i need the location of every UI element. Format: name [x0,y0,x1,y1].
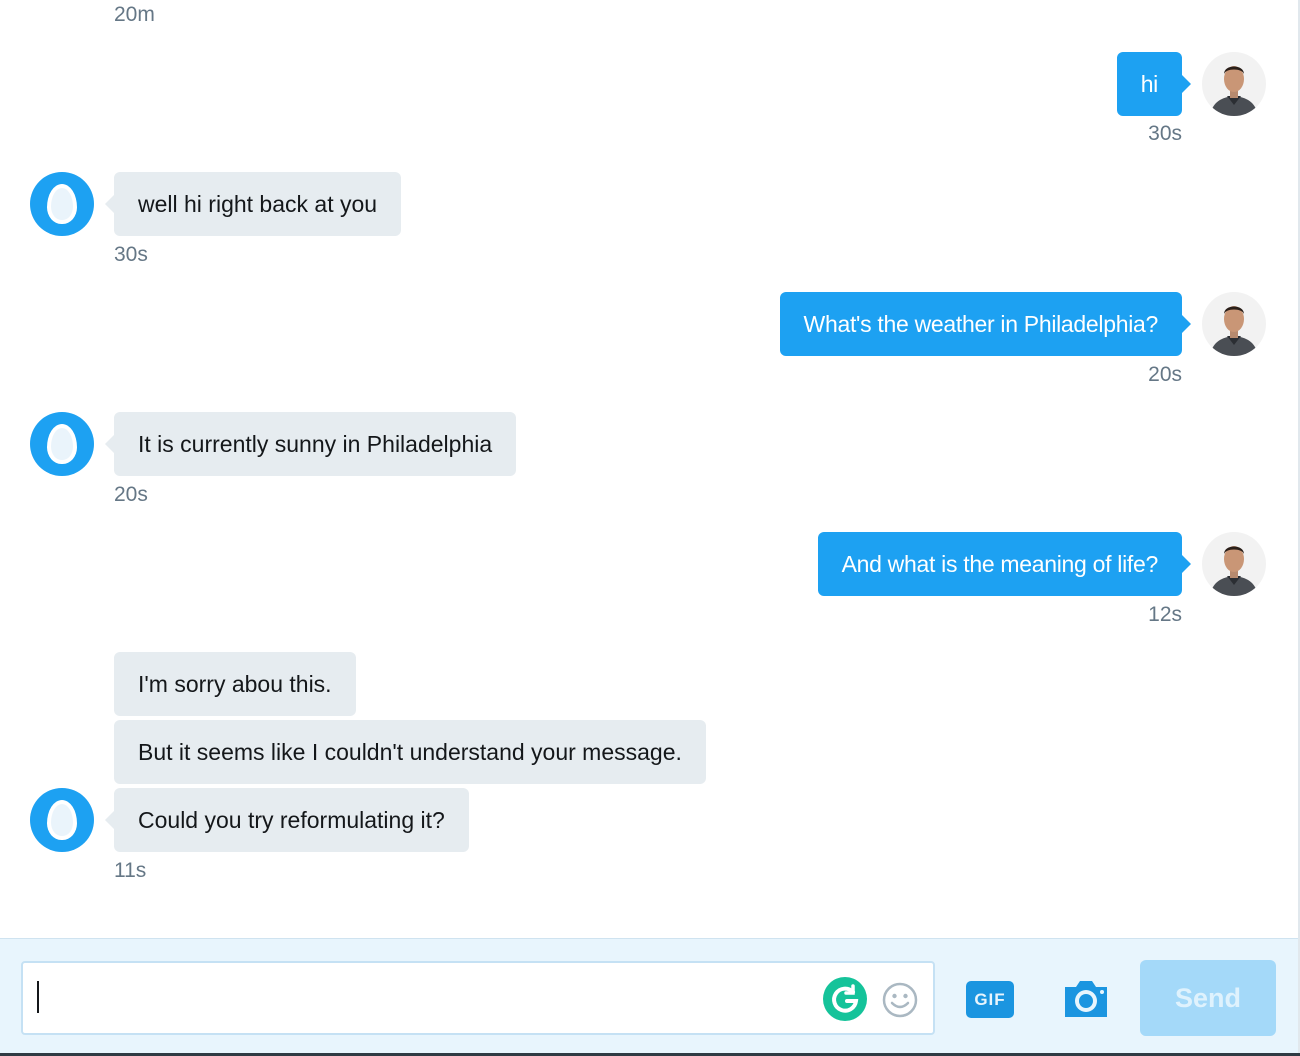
timestamp: 12s [1148,603,1182,626]
bot-avatar[interactable] [30,412,94,476]
user-avatar[interactable] [1202,292,1266,356]
egg-avatar-icon [47,800,77,840]
user-photo-icon [1210,546,1258,596]
send-button[interactable]: Send [1140,960,1276,1036]
user-avatar[interactable] [1202,532,1266,596]
user-photo-icon [1210,66,1258,116]
user-photo-icon [1210,306,1258,356]
incoming-message[interactable]: well hi right back at you [104,172,402,236]
camera-icon[interactable] [1061,977,1111,1026]
incoming-message[interactable]: Could you try reformulating it? [105,788,469,852]
message-input[interactable] [21,961,935,1035]
bot-avatar[interactable] [30,172,94,236]
user-avatar[interactable] [1202,52,1266,116]
egg-avatar-icon [47,184,77,224]
timestamp: 20s [1148,363,1182,386]
incoming-message[interactable]: But it seems like I couldn't understand … [114,720,706,784]
incoming-message[interactable]: I'm sorry abou this. [114,652,356,716]
timestamp: 20m [114,3,155,26]
timestamp: 30s [1148,122,1182,145]
egg-avatar-icon [47,424,77,464]
outgoing-message[interactable]: hi [1116,52,1192,116]
timestamp: 30s [114,243,148,266]
incoming-message[interactable]: It is currently sunny in Philadelphia [104,412,517,476]
timestamp: 20s [114,483,148,506]
outgoing-message[interactable]: What's the weather in Philadelphia? [779,292,1192,356]
gif-button[interactable]: GIF [966,981,1014,1018]
timestamp: 11s [114,859,147,882]
outgoing-message[interactable]: And what is the meaning of life? [817,532,1192,596]
bot-avatar[interactable] [30,788,94,852]
